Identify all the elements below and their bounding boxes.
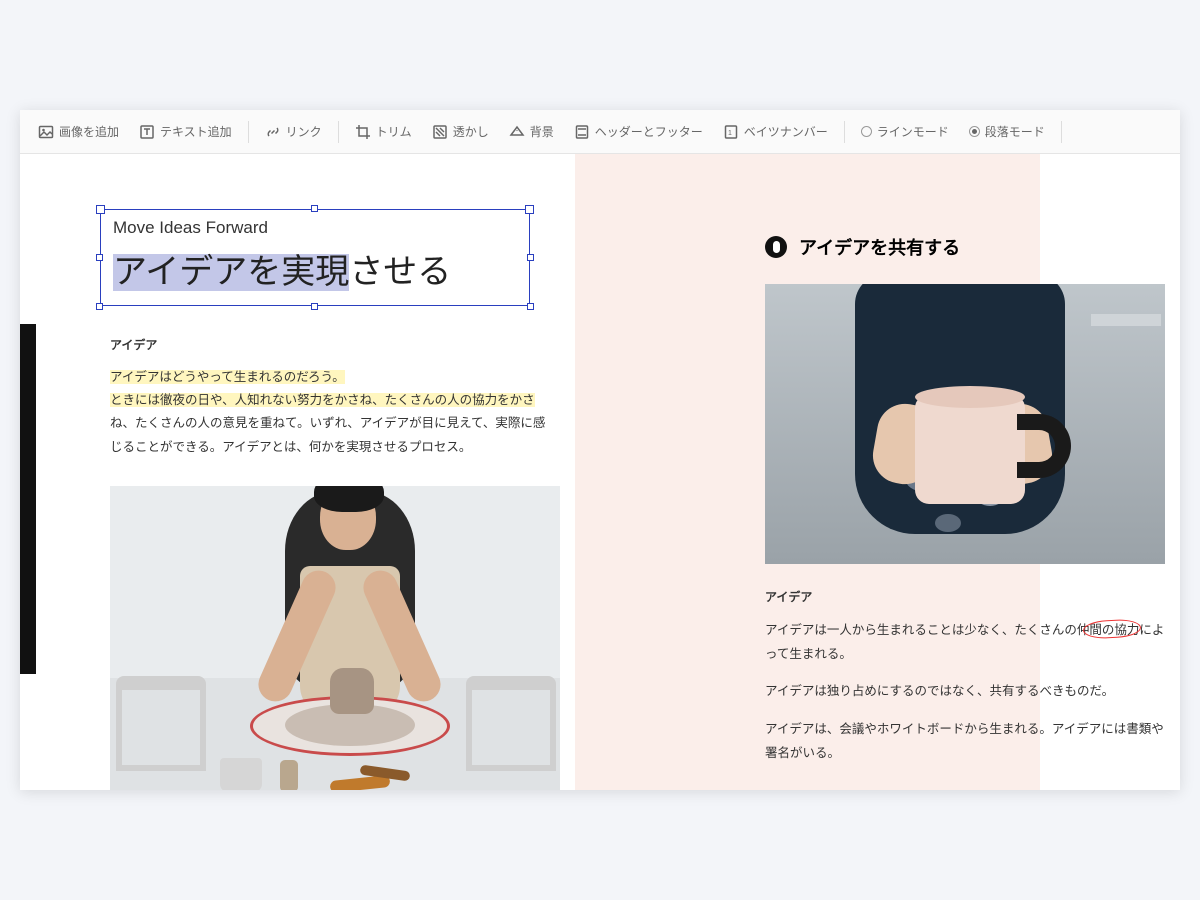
section-label: アイデア [110,334,552,356]
toolbar-label: ヘッダーとフッター [595,123,703,140]
crop-icon [355,124,371,140]
header-footer-button[interactable]: ヘッダーとフッター [566,119,711,144]
bullet-icon [765,236,787,258]
decorative-bar [20,324,36,674]
link-icon [265,124,281,140]
text-icon [139,124,155,140]
body-text[interactable]: アイデアはどうやって生まれるのだろう。 ときには徹夜の日や、人知れない努力をかさ… [110,366,552,459]
toolbar-label: 透かし [453,123,489,140]
resize-handle[interactable] [311,205,318,212]
toolbar-label: リンク [286,123,322,140]
right-article: アイデア アイデアは一人から生まれることは少なく、たくさんの仲間の協力によって生… [765,586,1165,780]
resize-handle[interactable] [527,254,534,261]
separator [844,121,845,143]
bates-icon: 1 [723,124,739,140]
editor-window: 画像を追加 テキスト追加 リンク トリム 透かし [20,110,1180,790]
toolbar-label: テキスト追加 [160,123,232,140]
selected-text-span: アイデアを実現 [113,254,349,291]
watermark-button[interactable]: 透かし [424,119,497,144]
header-footer-icon [574,124,590,140]
document-canvas[interactable]: Move Ideas Forward アイデアを実現させる アイデア アイデアは… [20,154,1180,790]
trim-button[interactable]: トリム [347,119,420,144]
image-ceramic-mug[interactable] [765,284,1165,564]
highlighted-text: ときには徹夜の日や、人知れない努力をかさね、たくさんの人の協力をかさ [110,393,535,407]
decorative-shape [1091,314,1161,326]
subtitle-text[interactable]: Move Ideas Forward [113,218,517,238]
right-heading: アイデアを共有する [765,234,960,260]
toolbar-label: 画像を追加 [59,123,119,140]
decorative-shape [330,668,374,714]
annotated-text: 仲間の協力 [1077,623,1140,637]
watermark-icon [432,124,448,140]
decorative-shape [220,752,480,790]
decorative-shape [935,514,961,532]
image-icon [38,124,54,140]
toolbar: 画像を追加 テキスト追加 リンク トリム 透かし [20,110,1180,154]
radio-icon [861,126,872,137]
image-pottery-wheel[interactable] [110,486,560,790]
resize-handle[interactable] [96,254,103,261]
body-rest: ね、たくさんの人の意見を重ねて。いずれ、アイデアが目に見えて、実際に感じることが… [110,416,545,453]
toolbar-label: ベイツナンバー [744,123,828,140]
toolbar-label: ラインモード [877,123,949,140]
add-image-button[interactable]: 画像を追加 [30,119,127,144]
title-text[interactable]: アイデアを実現させる [113,244,517,293]
bates-number-button[interactable]: 1 ベイツナンバー [715,119,836,144]
left-article: アイデア アイデアはどうやって生まれるのだろう。 ときには徹夜の日や、人知れない… [110,334,552,459]
selected-text-frame[interactable]: Move Ideas Forward アイデアを実現させる [100,209,530,306]
paragraph-mode-radio[interactable]: 段落モード [961,119,1053,144]
body-text[interactable]: アイデアは、会議やホワイトボードから生まれる。アイデアには書類や署名がいる。 [765,718,1165,766]
line-mode-radio[interactable]: ラインモード [853,119,957,144]
toolbar-label: トリム [376,123,412,140]
svg-text:1: 1 [728,130,732,137]
background-icon [509,124,525,140]
highlighted-text: アイデアはどうやって生まれるのだろう。 [110,370,345,384]
decorative-shape [116,676,206,771]
separator [338,121,339,143]
radio-icon [969,126,980,137]
toolbar-label: 背景 [530,123,554,140]
decorative-shape [915,394,1025,504]
body-text[interactable]: アイデアは独り占めにするのではなく、共有するべきものだ。 [765,680,1165,704]
link-button[interactable]: リンク [257,119,330,144]
section-label: アイデア [765,586,1165,609]
decorative-shape [915,386,1025,408]
resize-handle[interactable] [96,303,103,310]
background-button[interactable]: 背景 [501,119,562,144]
separator [1061,121,1062,143]
heading-text[interactable]: アイデアを共有する [799,234,960,260]
add-text-button[interactable]: テキスト追加 [131,119,240,144]
body-text[interactable]: アイデアは一人から生まれることは少なく、たくさんの仲間の協力によって生まれる。 [765,619,1165,667]
resize-handle[interactable] [311,303,318,310]
resize-handle[interactable] [527,303,534,310]
text-run: アイデアは一人から生まれることは少なく、たくさんの [765,623,1077,637]
toolbar-label: 段落モード [985,123,1045,140]
decorative-shape [314,486,384,512]
separator [248,121,249,143]
title-rest: させる [349,254,451,291]
